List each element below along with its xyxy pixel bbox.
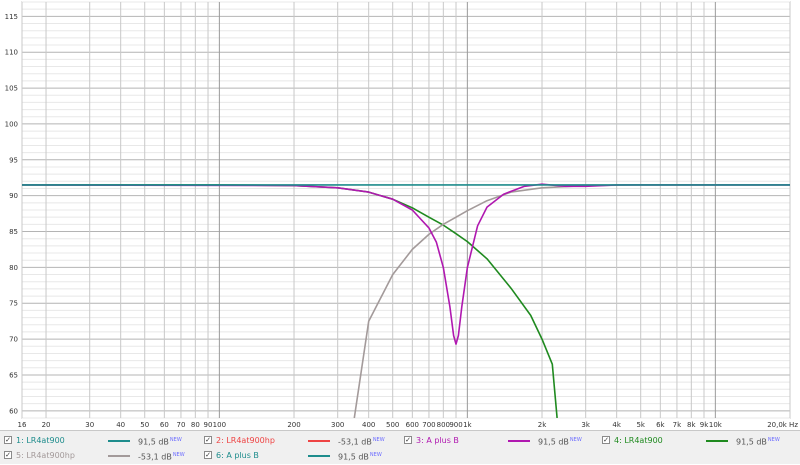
trace-value-text: -53,1 dB [338,437,372,447]
trace-color-swatch [706,440,728,442]
y-tick-label: 110 [5,49,18,57]
checkbox-icon[interactable]: ✓ [404,436,412,444]
x-tick-label: 2k [538,421,547,429]
x-tick-label: 40 [116,421,125,429]
legend-entry-6[interactable]: ✓ 6: A plus B 91,5 dBNEW [200,448,398,463]
trace-name: 1: LR4at900 [16,436,65,445]
x-tick-label: 500 [386,421,399,429]
x-tick-label: 800 [437,421,450,429]
x-tick-label: 8k [687,421,696,429]
checkbox-icon[interactable]: ✓ [4,451,12,459]
trace-color-swatch [508,440,530,442]
x-tick-label: 20,0k Hz [767,421,798,429]
new-badge: NEW [569,437,582,443]
x-tick-label: 20 [42,421,51,429]
x-tick-label: 200 [287,421,300,429]
x-tick-label: 70 [176,421,185,429]
x-tick-label: 300 [331,421,344,429]
legend-entry-1[interactable]: ✓ 1: LR4at900 91,5 dBNEW [0,433,198,448]
new-badge: NEW [172,452,185,458]
trace-value-text: 91,5 dB [338,452,369,462]
new-badge: NEW [169,437,182,443]
x-tick-label: 100 [213,421,226,429]
y-tick-label: 80 [9,264,18,272]
x-tick-label: 6k [656,421,665,429]
y-tick-label: 60 [9,407,18,415]
legend-entry-5[interactable]: ✓ 5: LR4at900hp -53,1 dBNEW [0,448,198,463]
trace-color-swatch [108,455,130,457]
trace-name: 6: A plus B [216,451,259,460]
trace-name: 2: LR4at900hp [216,436,275,445]
y-tick-label: 105 [5,85,18,93]
trace-name: 3: A plus B [416,436,459,445]
checkbox-icon[interactable]: ✓ [204,451,212,459]
trace-color-swatch [308,440,330,442]
x-tick-label: 4k [612,421,621,429]
trace-value-text: 91,5 dB [538,437,569,447]
x-tick-label: 10k [709,421,723,429]
new-badge: NEW [369,452,382,458]
x-tick-label: 5k [636,421,645,429]
y-tick-label: 95 [9,156,18,164]
legend-panel: ✓ 1: LR4at900 91,5 dBNEW ✓ 2: LR4at900hp… [0,430,800,464]
legend-row-2: ✓ 5: LR4at900hp -53,1 dBNEW ✓ 6: A plus … [0,448,800,463]
plot-canvas[interactable]: 115110105100959085807570656016 20 30 40 50 60… [0,0,800,430]
trace-color-swatch [308,455,330,457]
new-badge: NEW [767,437,780,443]
trace-value: 91,5 dBNEW [338,448,382,465]
legend-entry-3[interactable]: ✓ 3: A plus B 91,5 dBNEW [400,433,598,448]
legend-row-1: ✓ 1: LR4at900 91,5 dBNEW ✓ 2: LR4at900hp… [0,433,800,448]
y-tick-label: 90 [9,192,18,200]
x-tick-label: 50 [140,421,149,429]
x-tick-label: 16 [18,421,27,429]
checkbox-icon[interactable]: ✓ [4,436,12,444]
trace-value-text: 91,5 dB [736,437,767,447]
y-tick-label: 100 [5,120,18,128]
trace-value-text: 91,5 dB [138,437,169,447]
x-tick-label: 9k [700,421,709,429]
trace-color-swatch [108,440,130,442]
y-tick-label: 85 [9,228,18,236]
new-badge: NEW [372,437,385,443]
x-tick-label: 700 [422,421,435,429]
frequency-response-chart[interactable]: 115 110 105 100 95 90 85 80 75 70 65 60 16 20 30 40 50 60… [0,0,800,430]
x-tick-label: 400 [362,421,375,429]
trace-value: -53,1 dBNEW [138,448,185,465]
x-tick-label: 7k [673,421,682,429]
x-tick-label: 600 [406,421,419,429]
trace-name: 5: LR4at900hp [16,451,75,460]
x-tick-label: 1k [463,421,472,429]
x-tick-label: 30 [85,421,94,429]
x-tick-label: 900 [449,421,462,429]
checkbox-icon[interactable]: ✓ [204,436,212,444]
legend-entry-2[interactable]: ✓ 2: LR4at900hp -53,1 dBNEW [200,433,398,448]
x-tick-label: 60 [160,421,169,429]
checkbox-icon[interactable]: ✓ [602,436,610,444]
x-tick-label: 90 [204,421,213,429]
y-tick-label: 115 [5,13,18,21]
legend-entry-4[interactable]: ✓ 4: LR4at900 91,5 dBNEW [598,433,796,448]
y-tick-label: 70 [9,336,18,344]
x-tick-label: 80 [191,421,200,429]
x-tick-label: 3k [581,421,590,429]
trace-value-text: -53,1 dB [138,452,172,462]
y-tick-label: 75 [9,300,18,308]
y-tick-label: 65 [9,371,18,379]
trace-name: 4: LR4at900 [614,436,663,445]
